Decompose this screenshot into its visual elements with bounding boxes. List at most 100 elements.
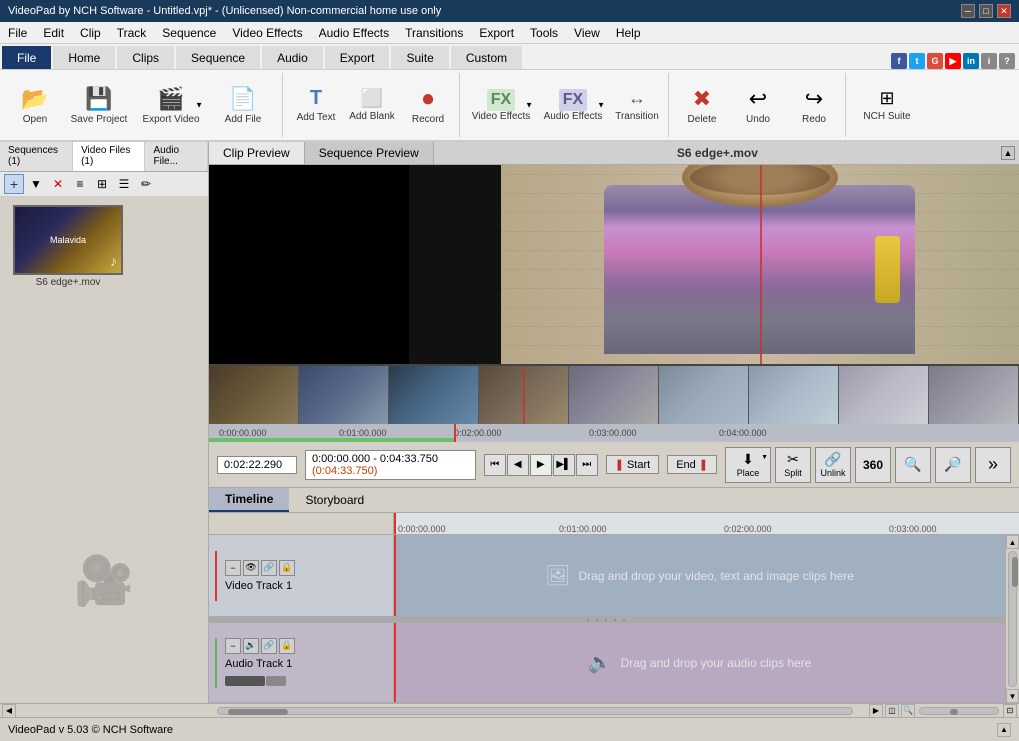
add-file-button[interactable]: 📄 Add File — [208, 75, 278, 135]
audio-track-content[interactable]: 🔊 Drag and drop your audio clips here — [394, 623, 1005, 702]
video-track-eye-btn[interactable]: 👁 — [243, 560, 259, 576]
video-track-content[interactable]: 🖼 Drag and drop your video, text and ima… — [394, 535, 1005, 616]
timeline-zoom-reset[interactable]: ⊡ — [1003, 704, 1017, 718]
minimize-button[interactable]: ─ — [961, 4, 975, 18]
menu-export[interactable]: Export — [471, 24, 522, 42]
remove-btn[interactable]: ✕ — [48, 174, 68, 194]
tab-suite[interactable]: Suite — [391, 46, 448, 69]
audio-files-tab[interactable]: Audio File... — [145, 142, 208, 171]
prev-frame-button[interactable]: ◀ — [507, 454, 529, 476]
add-media-button[interactable]: + — [4, 174, 24, 194]
film-frame-7[interactable] — [749, 366, 839, 424]
tab-home[interactable]: Home — [53, 46, 115, 69]
maximize-button[interactable]: □ — [979, 4, 993, 18]
next-frame-button[interactable]: ▶▌ — [553, 454, 575, 476]
redo-button[interactable]: ↪ Redo — [787, 75, 841, 135]
tab-storyboard[interactable]: Storyboard — [289, 489, 380, 511]
clip-preview-tab[interactable]: Clip Preview — [209, 142, 305, 164]
add-text-button[interactable]: T Add Text — [289, 75, 343, 135]
audio-track-link-btn[interactable]: 🔗 — [261, 638, 277, 654]
place-button[interactable]: ⬇ Place ▼ — [725, 447, 771, 483]
h-scroll-thumb[interactable] — [228, 709, 288, 715]
menu-video-effects[interactable]: Video Effects — [224, 24, 310, 42]
grid-view-btn[interactable]: ⊞ — [92, 174, 112, 194]
timeline-zoom-btn[interactable]: 🔍 — [901, 704, 915, 718]
facebook-icon[interactable]: f — [891, 53, 907, 69]
preview-expand-btn[interactable]: ▲ — [1001, 146, 1015, 160]
zoom-in-button[interactable]: 🔎 — [935, 447, 971, 483]
delete-button[interactable]: ✖ Delete — [675, 75, 729, 135]
film-frame-5[interactable] — [569, 366, 659, 424]
v-scroll-down[interactable]: ▼ — [1006, 689, 1019, 703]
window-controls[interactable]: ─ □ ✕ — [961, 4, 1011, 18]
tab-timeline[interactable]: Timeline — [209, 488, 289, 512]
menu-track[interactable]: Track — [109, 24, 155, 42]
audio-track-mute-btn[interactable]: 🔊 — [243, 638, 259, 654]
status-up-btn[interactable]: ▲ — [997, 723, 1011, 737]
tab-export[interactable]: Export — [325, 46, 390, 69]
video-effects-button[interactable]: FX Video Effects ▼ — [466, 75, 536, 135]
menu-transitions[interactable]: Transitions — [397, 24, 471, 42]
menu-tools[interactable]: Tools — [522, 24, 566, 42]
media-item[interactable]: Malavida ♪ S6 edge+.mov — [8, 205, 128, 288]
tab-custom[interactable]: Custom — [451, 46, 522, 69]
zoom-slider-track[interactable] — [919, 707, 999, 715]
unlink-button[interactable]: 🔗 Unlink — [815, 447, 851, 483]
info-icon[interactable]: i — [981, 53, 997, 69]
record-button[interactable]: ⏺ Record — [401, 75, 455, 135]
video-track-link-btn[interactable]: 🔗 — [261, 560, 277, 576]
twitter-icon[interactable]: t — [909, 53, 925, 69]
menu-view[interactable]: View — [566, 24, 608, 42]
video-files-tab[interactable]: Video Files (1) — [73, 142, 145, 171]
play-button[interactable]: ▶ — [530, 454, 552, 476]
sequences-tab[interactable]: Sequences (1) — [0, 142, 73, 171]
more-options-button[interactable]: » — [975, 447, 1011, 483]
film-frame-8[interactable] — [839, 366, 929, 424]
menu-help[interactable]: Help — [608, 24, 649, 42]
sequence-preview-tab[interactable]: Sequence Preview — [305, 142, 434, 164]
menu-clip[interactable]: Clip — [72, 24, 109, 42]
film-frame-4[interactable] — [479, 366, 569, 424]
tab-audio[interactable]: Audio — [262, 46, 323, 69]
zoom-out-button[interactable]: 🔍 — [895, 447, 931, 483]
film-frame-2[interactable] — [299, 366, 389, 424]
audio-track-minus-btn[interactable]: − — [225, 638, 241, 654]
360-button[interactable]: 360 — [855, 447, 891, 483]
film-frame-1[interactable] — [209, 366, 299, 424]
film-frame-6[interactable] — [659, 366, 749, 424]
list-detail-btn[interactable]: ☰ — [114, 174, 134, 194]
undo-button[interactable]: ↩ Undo — [731, 75, 785, 135]
nch-suite-button[interactable]: ⊞ NCH Suite — [852, 75, 922, 135]
tab-clips[interactable]: Clips — [117, 46, 174, 69]
youtube-icon[interactable]: ▶ — [945, 53, 961, 69]
skip-start-button[interactable]: ⏮ — [484, 454, 506, 476]
v-scroll-thumb[interactable] — [1012, 557, 1018, 587]
menu-sequence[interactable]: Sequence — [154, 24, 224, 42]
list-view-btn[interactable]: ▼ — [26, 174, 46, 194]
menu-edit[interactable]: Edit — [35, 24, 72, 42]
h-scroll-left[interactable]: ◀ — [2, 704, 16, 718]
video-track-lock-btn[interactable]: 🔒 — [279, 560, 295, 576]
open-button[interactable]: 📂 Open — [8, 75, 62, 135]
v-scroll-up[interactable]: ▲ — [1006, 535, 1019, 549]
timeline-fit-btn[interactable]: ◫ — [885, 704, 899, 718]
question-icon[interactable]: ? — [999, 53, 1015, 69]
audio-track-lock-btn[interactable]: 🔒 — [279, 638, 295, 654]
film-frame-9[interactable] — [929, 366, 1019, 424]
menu-audio-effects[interactable]: Audio Effects — [311, 24, 398, 42]
close-button[interactable]: ✕ — [997, 4, 1011, 18]
batch-btn[interactable]: ≡ — [70, 174, 90, 194]
tab-file[interactable]: File — [2, 46, 51, 69]
transition-button[interactable]: ↔ Transition — [610, 75, 664, 135]
add-blank-button[interactable]: ⬜ Add Blank — [345, 75, 399, 135]
audio-effects-button[interactable]: FX Audio Effects ▼ — [538, 75, 608, 135]
zoom-slider-thumb[interactable] — [950, 709, 958, 715]
set-end-button[interactable]: End ❚ — [667, 455, 717, 474]
export-video-button[interactable]: 🎬 Export Video ▼ — [136, 75, 206, 135]
tab-sequence[interactable]: Sequence — [176, 46, 260, 69]
linkedin-icon[interactable]: in — [963, 53, 979, 69]
menu-file[interactable]: File — [0, 24, 35, 42]
skip-end-button[interactable]: ⏭ — [576, 454, 598, 476]
google-icon[interactable]: G — [927, 53, 943, 69]
save-project-button[interactable]: 💾 Save Project — [64, 75, 134, 135]
